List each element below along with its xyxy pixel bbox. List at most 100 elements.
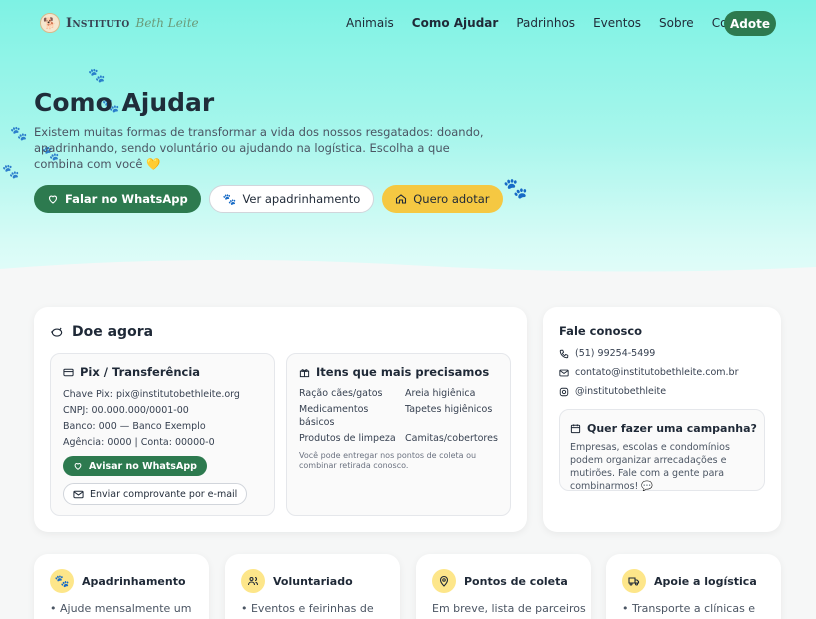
dog-paw-cursor-icon: 🐾 [503,176,528,200]
mail-icon [73,490,84,498]
cnpj-value: 00.000.000/0001-00 [91,405,189,416]
hero-wave [0,259,816,315]
home-icon [396,194,407,204]
adopt-cta-button[interactable]: Quero adotar [382,185,503,213]
nav-links: Animais Como Ajudar Padrinhos Eventos So… [346,14,777,32]
needs-title-text: Itens que mais precisamos [316,365,490,379]
paw-decoration-icon: 🐾 [88,68,106,84]
nav-eventos[interactable]: Eventos [593,14,641,32]
feature-title: Pontos de coleta [464,575,568,588]
users-icon [241,569,265,593]
bank-label: Banco: [63,421,96,432]
needs-card: Itens que mais precisamos Ração cães/gat… [286,353,511,516]
campaign-title: Quer fazer uma campanha? [570,422,757,435]
adopt-button[interactable]: Adote [724,11,776,36]
need-item: Medicamentos básicos [299,404,369,428]
phone-icon [559,349,569,358]
contact-instagram-text: @institutobethleite [575,386,667,397]
need-item: Camitas/cobertores [405,433,498,444]
donate-title: Doe agora [50,324,153,340]
logo-dog-icon: 🐕 [40,13,60,33]
feature-title: Apadrinhamento [82,575,186,588]
truck-icon [622,569,646,593]
nav-como-ajudar[interactable]: Como Ajudar [412,14,499,32]
feature-card-volunteer: Voluntariado • Eventos e feirinhas de [225,554,400,619]
nav-sobre[interactable]: Sobre [659,14,694,32]
campaign-title-text: Quer fazer uma campanha? [587,422,757,435]
nav-padrinhos[interactable]: Padrinhos [516,14,575,32]
feature-text: • Eventos e feirinhas de [241,602,374,615]
notify-whatsapp-button[interactable]: Avisar no WhatsApp [63,456,207,476]
feature-card-collection-points: Pontos de coleta Em breve, lista de parc… [416,554,591,619]
cnpj-line: CNPJ: 00.000.000/0001-00 [63,403,240,419]
pix-title-text: Pix / Transferência [80,365,201,379]
agency-value: 0000 | Conta: 00000-0 [107,437,215,448]
contact-email-text: contato@institutobethleite.com.br [575,367,739,378]
notify-whatsapp-label: Avisar no WhatsApp [89,460,197,472]
mail-icon [559,369,569,376]
need-item: Tapetes higiênicos [405,404,493,415]
campaign-card: Quer fazer uma campanha? Empresas, escol… [559,409,765,492]
pix-key-label: Chave Pix: [63,389,113,400]
pix-card: Pix / Transferência Chave Pix: pix@insti… [50,353,275,516]
feature-title: Voluntariado [273,575,353,588]
bank-value: 000 — Banco Exemplo [98,421,206,432]
campaign-text: Empresas, escolas e condomínios podem or… [570,442,730,492]
brand-name: Instituto [66,15,130,31]
hero-description: Existem muitas formas de transformar a v… [34,125,484,171]
pix-title: Pix / Transferência [63,365,200,379]
agency-label: Agência: [63,437,105,448]
hero-actions: Falar no WhatsApp 🐾 Ver apadrinhamento Q… [34,185,503,213]
send-receipt-label: Enviar comprovante por e-mail [90,488,238,500]
brand-logo[interactable]: 🐕 Instituto Beth Leite [40,13,199,33]
brand-script: Beth Leite [135,16,199,30]
feature-text: • Transporte a clínicas e [622,602,756,615]
page-title: Como Ajudar [34,88,215,117]
bank-line: Banco: 000 — Banco Exemplo [63,419,240,435]
feature-card-logistics: Apoie a logística • Transporte a clínica… [606,554,781,619]
sponsor-button[interactable]: 🐾 Ver apadrinhamento [208,185,375,213]
feature-card-sponsorship: 🐾 Apadrinhamento • Ajude mensalmente um [34,554,209,619]
calendar-icon [570,424,581,434]
agency-line: Agência: 0000 | Conta: 00000-0 [63,435,240,451]
feature-text: • Ajude mensalmente um [50,602,192,615]
send-receipt-email-button[interactable]: Enviar comprovante por e-mail [63,483,248,505]
need-item: Areia higiênica [405,388,476,399]
gift-icon [299,368,310,377]
heart-hand-icon [48,195,58,204]
feature-title: Apoie a logística [654,575,757,588]
pix-key-value[interactable]: pix@institutobethleite.org [116,389,240,400]
nav-animais[interactable]: Animais [346,14,394,32]
instagram-icon [559,387,569,396]
pix-details: Chave Pix: pix@institutobethleite.org CN… [63,387,240,451]
contact-instagram[interactable]: @institutobethleite [559,386,666,397]
needs-note: Você pode entregar nos pontos de coleta … [299,451,477,470]
contact-email[interactable]: contato@institutobethleite.com.br [559,367,738,378]
contact-title: Fale conosco [559,324,643,338]
top-navbar: 🐕 Instituto Beth Leite Animais Como Ajud… [0,0,816,46]
donate-card: Doe agora Pix / Transferência Chave Pix:… [34,307,527,532]
credit-card-icon [63,368,74,376]
paw-icon: 🐾 [222,192,237,206]
contact-card: Fale conosco (51) 99254-5499 contato@ins… [543,307,781,532]
paw-hand-icon: 🐾 [50,569,74,593]
sponsor-button-label: Ver apadrinhamento [242,192,361,206]
paw-decoration-icon: 🐾 [10,126,28,142]
contact-phone[interactable]: (51) 99254-5499 [559,348,655,359]
need-item: Ração cães/gatos [299,388,383,399]
contact-phone-text: (51) 99254-5499 [575,348,656,359]
feature-text: Em breve, lista de parceiros [432,602,586,615]
pix-key-line: Chave Pix: pix@institutobethleite.org [63,387,240,403]
paw-decoration-icon: 🐾 [2,164,20,180]
piggy-bank-icon [51,327,63,337]
donate-title-text: Doe agora [72,324,154,340]
heart-hand-icon [74,463,82,470]
whatsapp-button[interactable]: Falar no WhatsApp [34,185,201,213]
needs-title: Itens que mais precisamos [299,365,489,379]
map-pin-icon [432,569,456,593]
needs-list: Ração cães/gatos Areia higiênica Medicam… [299,387,504,445]
adopt-cta-label: Quero adotar [413,192,490,206]
cnpj-label: CNPJ: [63,405,89,416]
need-item: Produtos de limpeza [299,433,396,444]
whatsapp-button-label: Falar no WhatsApp [65,192,188,206]
